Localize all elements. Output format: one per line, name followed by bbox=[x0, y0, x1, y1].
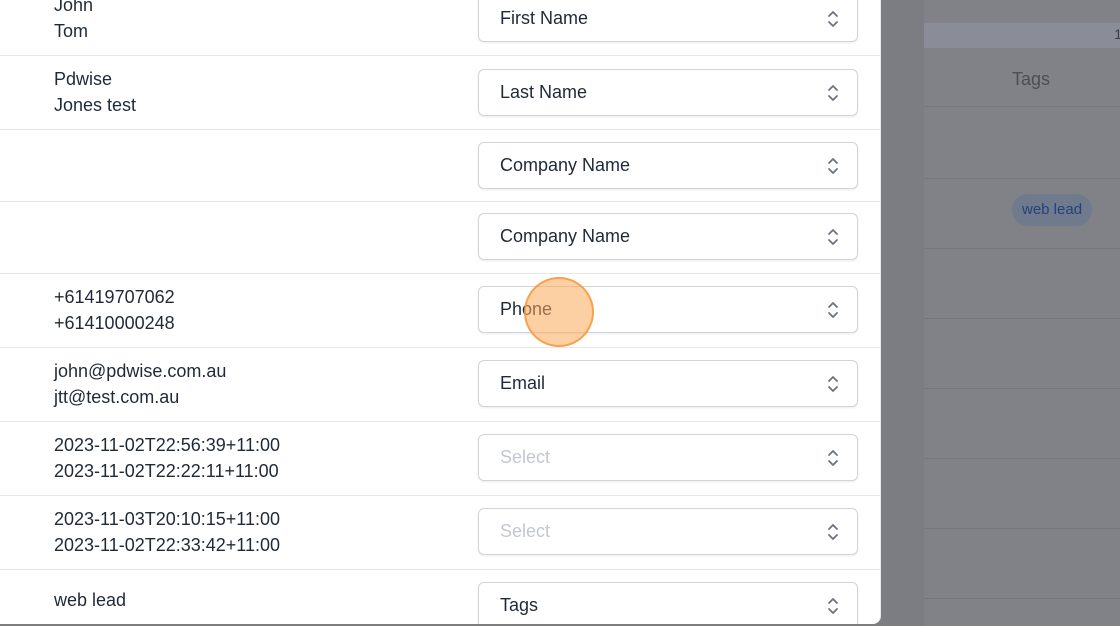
background-row-divider bbox=[924, 528, 1120, 529]
sample-value: web lead bbox=[54, 590, 127, 610]
field-select-date-2[interactable]: Select bbox=[478, 508, 858, 555]
sample-value: 2023-11-02T22:22:11+11:00 bbox=[54, 461, 279, 481]
mapping-row-phone: +61419707062 +61410000248 Phone bbox=[0, 274, 880, 348]
select-value: First Name bbox=[500, 8, 589, 28]
select-value: Tags bbox=[500, 595, 539, 615]
field-mapping-modal: John Tom First Name Pdwise Jones test La… bbox=[0, 0, 881, 624]
background-tag-badge: web lead bbox=[1012, 194, 1093, 226]
sample-values: web lead bbox=[54, 587, 126, 613]
sample-value: Jones test bbox=[54, 95, 137, 115]
field-select-email[interactable]: Email bbox=[478, 360, 858, 407]
background-tags-header: Tags bbox=[1012, 69, 1051, 89]
select-placeholder: Select bbox=[500, 521, 551, 541]
field-select-company-name-2[interactable]: Company Name bbox=[478, 213, 858, 260]
chevron-up-down-icon bbox=[828, 229, 838, 245]
sample-values: Pdwise Jones test bbox=[54, 66, 136, 118]
field-select-date-1[interactable]: Select bbox=[478, 434, 858, 481]
sample-value: 2023-11-02T22:33:42+11:00 bbox=[54, 535, 281, 555]
background-row-divider bbox=[924, 598, 1120, 599]
mapping-row-tags: web lead Tags bbox=[0, 570, 880, 624]
background-row-divider bbox=[924, 388, 1120, 389]
field-select-first-name[interactable]: First Name bbox=[478, 0, 858, 42]
mapping-row-date-2: 2023-11-03T20:10:15+11:00 2023-11-02T22:… bbox=[0, 496, 880, 570]
background-app: 1 Tags web lead bbox=[924, 0, 1120, 626]
sample-value: John bbox=[54, 0, 94, 15]
sample-value: Tom bbox=[54, 21, 89, 41]
background-row-divider bbox=[924, 248, 1120, 249]
chevron-up-down-icon bbox=[828, 524, 838, 540]
field-select-phone[interactable]: Phone bbox=[478, 286, 858, 333]
mapping-row-email: john@pdwise.com.au jtt@test.com.au Email bbox=[0, 348, 880, 422]
mapping-row-first-name: John Tom First Name bbox=[0, 0, 880, 56]
background-toolbar bbox=[924, 23, 1120, 48]
sample-value: john@pdwise.com.au bbox=[54, 361, 227, 381]
background-row-divider bbox=[924, 458, 1120, 459]
select-value: Last Name bbox=[500, 82, 588, 102]
field-select-company-name[interactable]: Company Name bbox=[478, 142, 858, 189]
sample-value: 2023-11-02T22:56:39+11:00 bbox=[54, 435, 281, 455]
chevron-up-down-icon bbox=[828, 450, 838, 466]
mapping-row-last-name: Pdwise Jones test Last Name bbox=[0, 56, 880, 130]
mapping-row-company-name-2: Company Name bbox=[0, 202, 880, 274]
chevron-up-down-icon bbox=[828, 376, 838, 392]
sample-values: john@pdwise.com.au jtt@test.com.au bbox=[54, 358, 226, 410]
select-value: Company Name bbox=[500, 155, 631, 175]
background-row-divider bbox=[924, 178, 1120, 179]
sample-values: John Tom bbox=[54, 0, 93, 44]
sample-value: +61410000248 bbox=[54, 313, 175, 333]
chevron-up-down-icon bbox=[828, 598, 838, 614]
chevron-up-down-icon bbox=[828, 302, 838, 318]
field-select-tags[interactable]: Tags bbox=[478, 582, 858, 624]
select-value: Email bbox=[500, 373, 546, 393]
sample-values: +61419707062 +61410000248 bbox=[54, 284, 175, 336]
sample-value: 2023-11-03T20:10:15+11:00 bbox=[54, 509, 281, 529]
sample-values: 2023-11-02T22:56:39+11:00 2023-11-02T22:… bbox=[54, 432, 280, 484]
field-select-last-name[interactable]: Last Name bbox=[478, 69, 858, 116]
select-value: Company Name bbox=[500, 226, 631, 246]
mapping-row-date-1: 2023-11-02T22:56:39+11:00 2023-11-02T22:… bbox=[0, 422, 880, 496]
background-row-divider bbox=[924, 318, 1120, 319]
chevron-up-down-icon bbox=[828, 85, 838, 101]
select-placeholder: Select bbox=[500, 447, 551, 467]
sample-value: Pdwise bbox=[54, 69, 113, 89]
sample-values: 2023-11-03T20:10:15+11:00 2023-11-02T22:… bbox=[54, 506, 280, 558]
chevron-up-down-icon bbox=[828, 158, 838, 174]
chevron-up-down-icon bbox=[828, 11, 838, 27]
background-bar-number: 1 bbox=[1114, 26, 1120, 42]
mapping-row-company-name: Company Name bbox=[0, 130, 880, 202]
select-value: Phone bbox=[500, 299, 553, 319]
sample-value: +61419707062 bbox=[54, 287, 175, 307]
sample-value: jtt@test.com.au bbox=[54, 387, 180, 407]
